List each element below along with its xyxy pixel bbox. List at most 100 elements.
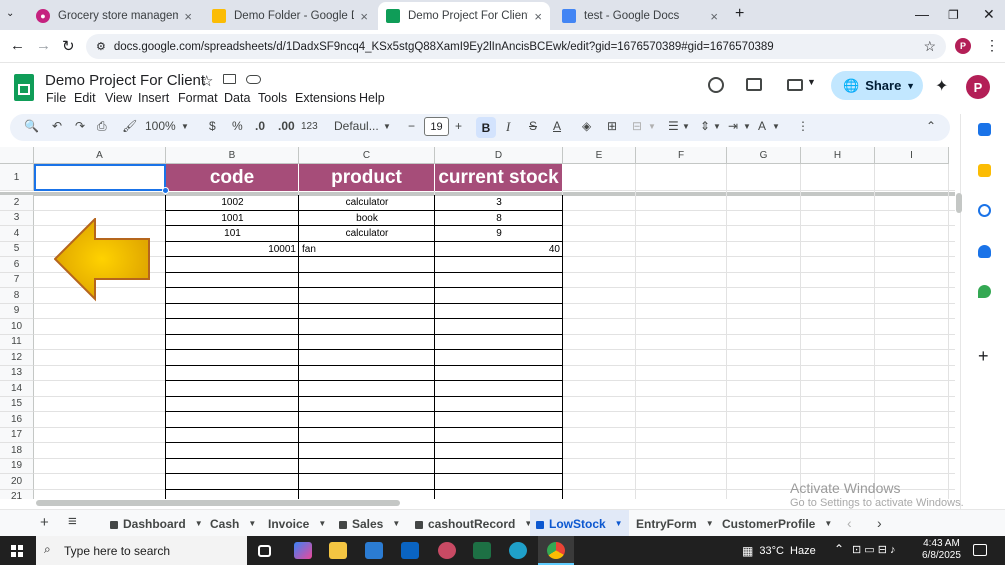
- currency-format-button[interactable]: $: [209, 119, 216, 133]
- browser-tab-grocery[interactable]: ● Grocery store management Sp ×: [28, 2, 200, 30]
- move-folder-icon[interactable]: [223, 74, 236, 84]
- browser-menu-icon[interactable]: ⋮: [985, 37, 999, 54]
- row-header-5[interactable]: 5: [0, 241, 34, 257]
- decrease-font-size-icon[interactable]: −: [408, 119, 415, 133]
- selection-handle[interactable]: [162, 187, 169, 194]
- sheet-tab-lowstock[interactable]: LowStock ▼: [530, 510, 629, 537]
- data-cell-code[interactable]: 1002: [166, 195, 299, 211]
- maps-icon[interactable]: [978, 285, 991, 298]
- text-wrapping-icon[interactable]: ⇥: [728, 119, 738, 133]
- tasks-icon[interactable]: [978, 204, 991, 217]
- data-cell-stock[interactable]: 40: [435, 242, 563, 258]
- clock[interactable]: 4:43 AM 6/8/2025: [922, 538, 961, 562]
- column-header-e[interactable]: E: [563, 147, 636, 164]
- url-bar[interactable]: ⚙ docs.google.com/spreadsheets/d/1DadxSF…: [86, 34, 946, 59]
- sheet-tab-dropdown-icon[interactable]: ▼: [195, 519, 203, 528]
- vertical-align-dropdown-icon[interactable]: ▼: [713, 122, 721, 131]
- zoom-select[interactable]: 100%: [145, 119, 176, 133]
- data-cell-stock[interactable]: 3: [435, 195, 563, 211]
- star-icon[interactable]: ☆: [200, 72, 213, 90]
- outlook-icon[interactable]: [401, 542, 419, 559]
- select-all-corner[interactable]: [0, 147, 34, 164]
- vertical-align-icon[interactable]: ⇕: [700, 119, 710, 133]
- tray-chevron-icon[interactable]: ⌃: [834, 542, 844, 556]
- sheet-tab-cash[interactable]: Cash ▼: [204, 510, 262, 537]
- row-header-7[interactable]: 7: [0, 272, 34, 288]
- row-header-9[interactable]: 9: [0, 303, 34, 319]
- bold-button[interactable]: B: [476, 117, 496, 138]
- menu-insert[interactable]: Insert: [138, 91, 169, 105]
- undo-icon[interactable]: ↶: [52, 119, 62, 133]
- get-addons-icon[interactable]: +: [978, 346, 989, 367]
- sheet-tab-dropdown-icon[interactable]: ▼: [392, 519, 400, 528]
- sheet-tab-sales[interactable]: Sales ▼: [333, 510, 406, 537]
- app-icon[interactable]: [438, 542, 456, 559]
- data-cell-code[interactable]: 1001: [166, 211, 299, 227]
- contacts-icon[interactable]: [978, 245, 991, 258]
- add-sheet-button[interactable]: +: [40, 514, 49, 531]
- percent-format-button[interactable]: %: [232, 119, 243, 133]
- reload-icon[interactable]: ↻: [62, 37, 75, 55]
- sheet-tab-invoice[interactable]: Invoice ▼: [262, 510, 332, 537]
- meet-icon[interactable]: [787, 79, 803, 91]
- paint-format-icon[interactable]: 🖌: [122, 119, 137, 133]
- increase-decimal-button[interactable]: .00: [278, 119, 295, 133]
- row-header-11[interactable]: 11: [0, 334, 34, 350]
- column-header-h[interactable]: H: [801, 147, 875, 164]
- profile-avatar[interactable]: P: [955, 38, 971, 54]
- site-info-icon[interactable]: ⚙: [96, 40, 106, 53]
- text-rotation-icon[interactable]: A: [758, 119, 766, 133]
- restore-icon[interactable]: ❐: [948, 8, 959, 22]
- row-header-19[interactable]: 19: [0, 458, 34, 474]
- browser-tab-drive[interactable]: Demo Folder - Google Drive ×: [204, 2, 376, 30]
- column-header-b[interactable]: B: [166, 147, 299, 164]
- merge-dropdown-icon[interactable]: ▼: [648, 122, 656, 131]
- header-cell-code[interactable]: code: [166, 164, 299, 191]
- all-sheets-icon[interactable]: ≡: [68, 513, 77, 530]
- column-header-f[interactable]: F: [636, 147, 727, 164]
- row-header-3[interactable]: 3: [0, 210, 34, 226]
- data-cell-product[interactable]: book: [299, 211, 435, 227]
- sheet-tab-cashoutrecord[interactable]: cashoutRecord ▼: [409, 510, 538, 537]
- horizontal-scrollbar[interactable]: [36, 500, 400, 506]
- zoom-dropdown-icon[interactable]: ▼: [181, 122, 189, 131]
- column-header-a[interactable]: A: [34, 147, 166, 164]
- keep-icon[interactable]: [978, 164, 991, 177]
- collapse-toolbar-icon[interactable]: ⌃: [926, 119, 936, 133]
- version-history-icon[interactable]: [708, 77, 724, 93]
- data-cell-product[interactable]: calculator: [299, 195, 435, 211]
- menu-data[interactable]: Data: [224, 91, 250, 105]
- forward-icon[interactable]: →: [36, 37, 51, 54]
- row-header-2[interactable]: 2: [0, 195, 34, 211]
- increase-font-size-icon[interactable]: +: [455, 119, 462, 133]
- close-tab-icon[interactable]: ×: [710, 9, 718, 24]
- column-header-c[interactable]: C: [299, 147, 435, 164]
- gemini-icon[interactable]: ✦: [935, 76, 948, 96]
- borders-icon[interactable]: ⊞: [607, 119, 617, 133]
- row-header-6[interactable]: 6: [0, 257, 34, 273]
- menu-help[interactable]: Help: [359, 91, 385, 105]
- font-size-input[interactable]: 19: [424, 117, 449, 136]
- scroll-tabs-right-icon[interactable]: ›: [877, 515, 882, 531]
- selected-cell-a1[interactable]: [34, 164, 166, 191]
- row-header-20[interactable]: 20: [0, 474, 34, 490]
- search-menus-icon[interactable]: 🔍: [24, 119, 39, 133]
- meet-dropdown-icon[interactable]: ▼: [807, 77, 816, 87]
- tab-list-chevron-icon[interactable]: ⌄: [6, 8, 14, 19]
- redo-icon[interactable]: ↷: [75, 119, 85, 133]
- text-rotation-dropdown-icon[interactable]: ▼: [772, 122, 780, 131]
- column-header-d[interactable]: D: [435, 147, 563, 164]
- horizontal-align-dropdown-icon[interactable]: ▼: [682, 122, 690, 131]
- row-header-18[interactable]: 18: [0, 443, 34, 459]
- menu-format[interactable]: Format: [178, 91, 218, 105]
- notification-icon[interactable]: [973, 544, 987, 556]
- menu-file[interactable]: File: [46, 91, 66, 105]
- sheet-tab-dropdown-icon[interactable]: ▼: [824, 519, 832, 528]
- close-tab-icon[interactable]: ×: [360, 9, 368, 24]
- decrease-decimal-button[interactable]: .0: [255, 119, 265, 133]
- account-avatar[interactable]: P: [966, 75, 990, 99]
- sheet-tab-dropdown-icon[interactable]: ▼: [248, 519, 256, 528]
- font-dropdown-icon[interactable]: ▼: [383, 122, 391, 131]
- row-header-8[interactable]: 8: [0, 288, 34, 304]
- browser-tab-docs[interactable]: test - Google Docs ×: [554, 2, 726, 30]
